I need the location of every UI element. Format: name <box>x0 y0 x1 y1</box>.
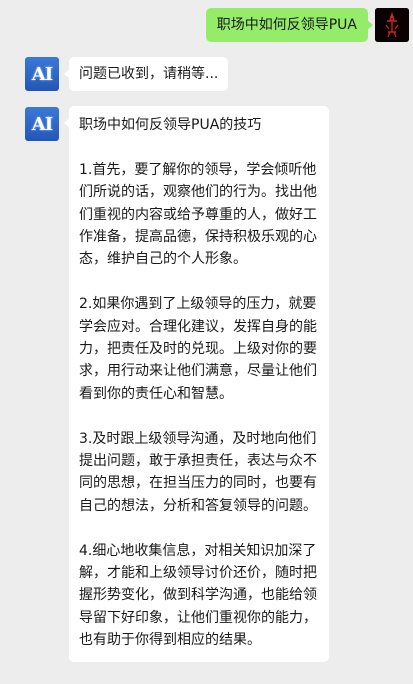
user-avatar[interactable] <box>375 8 409 42</box>
answer-paragraph: 4.细心地收集信息，对相关知识加深了解，才能和上级领导讨价还价，随时把握形势变化… <box>79 542 317 649</box>
bot-status-bubble[interactable]: 问题已收到，请稍等... <box>63 57 229 91</box>
bot-status-text: 问题已收到，请稍等... <box>79 66 219 82</box>
bot-avatar-label: AI <box>31 113 53 135</box>
user-avatar-image <box>375 8 409 42</box>
answer-paragraph: 2.如果你遇到了上级领导的压力，就要学会应对。合理化建议，发挥自身的能力，把责任… <box>79 296 317 402</box>
bot-avatar[interactable]: AI <box>25 107 59 141</box>
answer-paragraph: 1.首先，要了解你的领导，学会倾听他们所说的话，观察他们的行为。找出他们重视的内… <box>79 161 317 268</box>
answer-title: 职场中如何反领导PUA的技巧 <box>79 117 262 133</box>
user-message-row: 职场中如何反领导PUA <box>0 6 413 46</box>
user-message-bubble[interactable]: 职场中如何反领导PUA <box>205 8 374 42</box>
answer-paragraph: 3.及时跟上级领导沟通，及时地向他们提出问题，敢于承担责任，表达与众不同的思想，… <box>79 430 317 514</box>
bot-avatar-label: AI <box>31 63 53 85</box>
bot-answer-bubble[interactable]: 职场中如何反领导PUA的技巧 1.首先，要了解你的领导，学会倾听他们所说的话，观… <box>64 106 329 662</box>
user-message-text: 职场中如何反领导PUA <box>216 17 357 33</box>
bot-avatar[interactable]: AI <box>25 57 59 91</box>
